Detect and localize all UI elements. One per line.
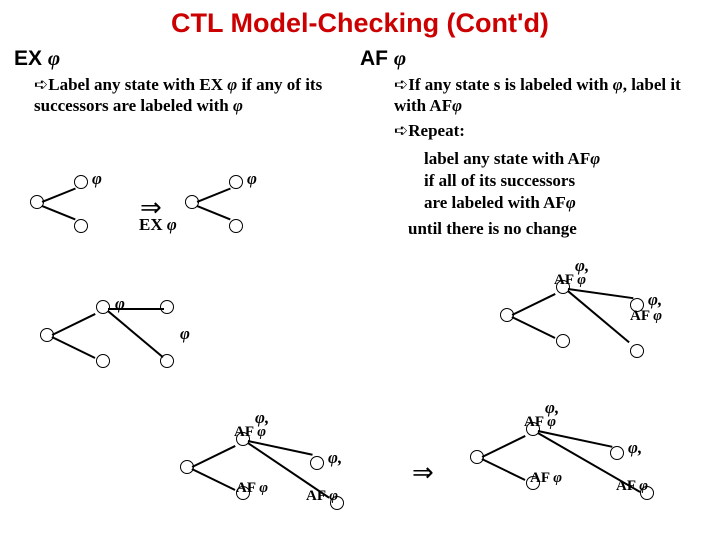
ex-prefix: EX [139,215,167,234]
graph-edge [482,458,526,480]
phi-symbol: φ [452,96,462,115]
phi-symbol: φ [48,46,60,70]
phi-comma-label: φ, [628,438,642,458]
phi-symbol: φ [259,480,268,496]
slide-title: CTL Model-Checking (Cont'd) [0,0,720,39]
graph-edge [197,205,231,220]
graph-node [310,456,324,470]
phi-comma-label: φ, [328,448,342,468]
af-prefix: AF [524,414,547,430]
af-prefix: AF [616,478,639,494]
phi-symbol: φ [167,215,177,234]
phi-symbol: φ [590,149,600,168]
bullet-icon: ➪ [34,75,48,94]
graph-node [160,300,174,314]
transform-arrow: ⇒ [412,460,434,486]
af-phi-label: AF φ [306,488,338,505]
graph-edge [42,188,76,203]
af-repeat-line-b2: are labeled with AFφ [424,192,576,213]
phi-symbol: φ [227,75,237,94]
graph-node [229,219,243,233]
graph-edge [568,290,630,343]
af-prefix: AF [360,47,394,70]
af-repeat-line-a: label any state with AFφ [424,148,600,169]
phi-label: φ [247,169,257,189]
af-rule1-pre: If any state s is labeled with [408,75,612,94]
af-phi-label: AF φ [554,272,586,289]
graph-edge [108,310,164,357]
af-phi-label: AF φ [616,478,648,495]
af-phi-label: AF φ [524,414,556,431]
af-phi-label: AF φ [234,424,266,441]
phi-label: φ [92,169,102,189]
phi-symbol: φ [547,414,556,430]
graph-edge [192,445,236,467]
af-graph-3: φ, AF φ φ, AF φ AF φ [180,420,400,530]
ex-graph-before: φ [30,175,140,255]
phi-symbol: φ [653,308,662,324]
graph-edge [482,435,526,457]
af-phi-label: AF φ [630,308,662,325]
phi-symbol: φ [639,478,648,494]
repeat-text: Repeat: [408,121,465,140]
phi-symbol: φ [613,75,623,94]
af-phi-label: AF φ [530,470,562,487]
graph-edge [52,313,96,335]
ex-rule: ➪Label any state with EX φ if any of its… [34,74,344,117]
af-until: until there is no change [408,218,577,239]
ex-prefix: EX [14,47,48,70]
phi-comma-label: φ, [648,290,662,310]
af-graph-1: φ φ [40,300,240,390]
graph-node [96,354,110,368]
phi-symbol: φ [577,272,586,288]
graph-edge [512,293,556,315]
ex-graph-after: φ EX φ [185,175,325,275]
ex-rule-pre: Label any state with EX [48,75,227,94]
phi-label: φ [180,324,190,344]
bullet-icon: ➪ [394,121,408,140]
graph-node [610,446,624,460]
graph-edge [192,468,236,490]
af-repeat-line-b1: if all of its successors [424,170,575,191]
line-a-text: label any state with AF [424,149,590,168]
phi-symbol: φ [329,488,338,504]
af-prefix: AF [530,470,553,486]
af-prefix: AF [554,272,577,288]
af-prefix: AF [630,308,653,324]
graph-node [556,334,570,348]
af-graph-2: φ, AF φ φ, AF φ [500,268,720,388]
phi-symbol: φ [233,96,243,115]
ex-heading: EX φ [14,46,60,71]
graph-edge [512,316,556,338]
phi-label: φ [115,294,125,314]
af-rule1: ➪If any state s is labeled with φ, label… [394,74,704,117]
phi-symbol: φ [257,424,266,440]
af-prefix: AF [234,424,257,440]
graph-node [229,175,243,189]
af-phi-label: AF φ [236,480,268,497]
af-prefix: AF [236,480,259,496]
graph-node [74,175,88,189]
graph-node [74,219,88,233]
line-b2-text: are labeled with AF [424,193,566,212]
graph-edge [197,188,231,203]
af-repeat: ➪Repeat: [394,120,465,141]
phi-symbol: φ [553,470,562,486]
af-graph-4: φ, AF φ φ, AF φ AF φ [470,400,720,530]
af-prefix: AF [306,488,329,504]
phi-symbol: φ [566,193,576,212]
graph-node [630,344,644,358]
phi-symbol: φ [394,46,406,70]
graph-edge [52,336,96,358]
bullet-icon: ➪ [394,75,408,94]
af-heading: AF φ [360,46,406,71]
graph-edge [42,205,76,220]
ex-phi-label: EX φ [139,215,177,235]
